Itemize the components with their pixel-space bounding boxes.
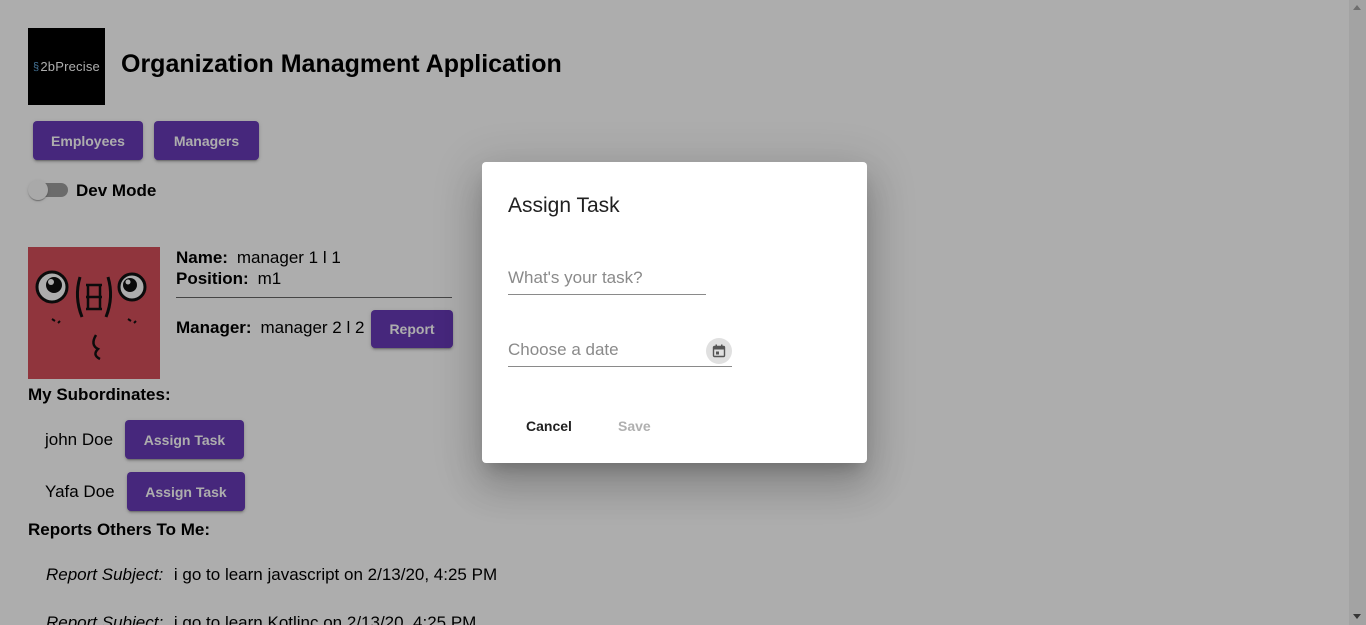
cancel-button[interactable]: Cancel	[526, 418, 572, 434]
save-button[interactable]: Save	[618, 418, 651, 434]
calendar-icon	[712, 344, 726, 358]
task-input[interactable]	[508, 268, 706, 295]
datepicker-toggle-button[interactable]	[706, 338, 732, 364]
assign-task-dialog: Assign Task Cancel Save	[482, 162, 867, 463]
dialog-title: Assign Task	[508, 194, 620, 217]
date-input[interactable]	[508, 340, 732, 367]
